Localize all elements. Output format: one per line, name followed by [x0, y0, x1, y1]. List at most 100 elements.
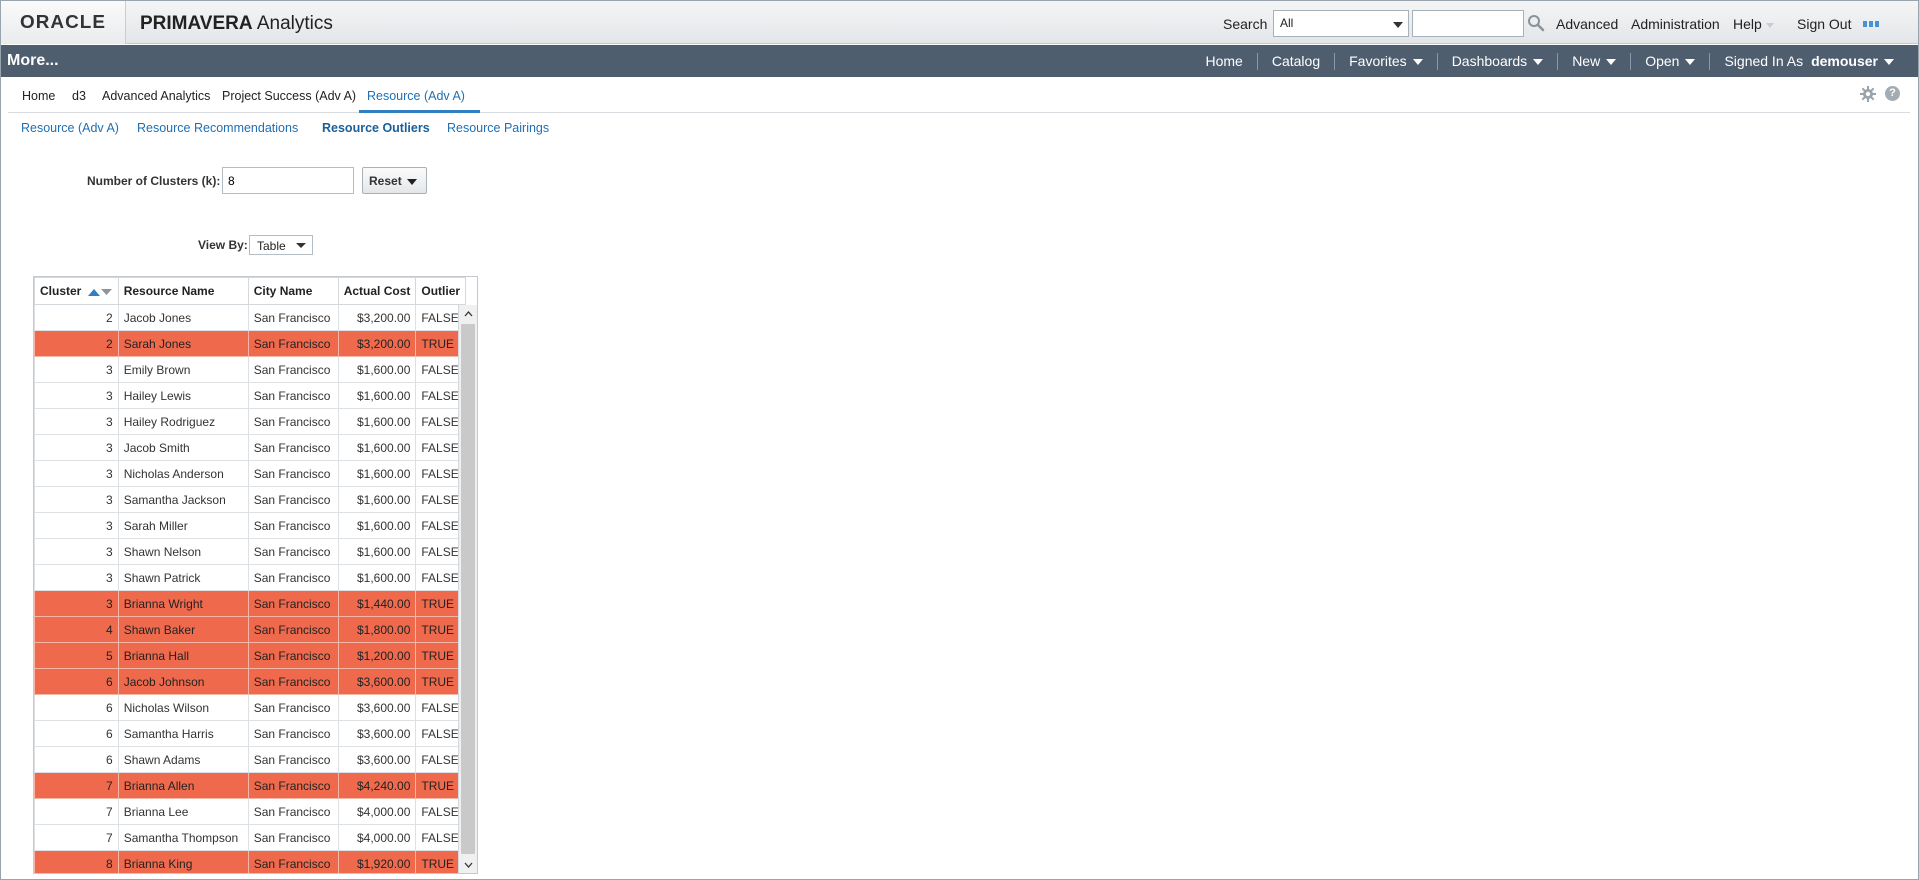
cell-cluster: 3: [34, 486, 119, 513]
cell-actual-cost: $3,600.00: [337, 720, 417, 747]
table-row: 3 Shawn Patrick San Francisco $1,600.00 FALS…: [34, 564, 467, 591]
tab-advanced-analytics[interactable]: Advanced Analytics: [102, 89, 210, 103]
cell-resource-name: Brianna King: [117, 850, 249, 873]
app-title-rest: Analytics: [256, 13, 333, 34]
cell-city-name: San Francisco: [247, 824, 339, 851]
column-header-city-name[interactable]: City Name: [247, 277, 339, 305]
search-input[interactable]: [1412, 10, 1524, 37]
cell-cluster: 3: [34, 434, 119, 461]
cell-cluster: 3: [34, 564, 119, 591]
oracle-logo[interactable]: ORACLE: [1, 1, 126, 44]
dashboard-tabs: Home d3 Advanced Analytics Project Succe…: [8, 78, 1910, 113]
cell-resource-name: Brianna Lee: [117, 798, 249, 825]
table-row: 3 Shawn Nelson San Francisco $1,600.00 FALSE: [34, 538, 467, 565]
cell-city-name: San Francisco: [247, 668, 339, 695]
cell-city-name: San Francisco: [247, 746, 339, 773]
nav-open[interactable]: Open: [1630, 52, 1709, 70]
more-menu[interactable]: More...: [7, 52, 59, 70]
cell-resource-name: Jacob Johnson: [117, 668, 249, 695]
column-header-outlier[interactable]: Outlier: [415, 277, 467, 305]
cell-cluster: 7: [34, 772, 119, 799]
cell-city-name: San Francisco: [247, 304, 339, 331]
cell-cluster: 3: [34, 590, 119, 617]
user-menu[interactable]: demouser: [1807, 53, 1908, 70]
page-link-resource-recommendations[interactable]: Resource Recommendations: [137, 121, 298, 135]
page-link-resource-pairings[interactable]: Resource Pairings: [447, 121, 549, 135]
table-row: 3 Jacob Smith San Francisco $1,600.00 FALSE: [34, 434, 467, 461]
page-link-resource-outliers[interactable]: Resource Outliers: [322, 121, 430, 135]
cell-resource-name: Hailey Lewis: [117, 382, 249, 409]
nav-favorites-label: Favorites: [1349, 52, 1407, 69]
cell-cluster: 8: [34, 850, 119, 873]
cell-actual-cost: $1,600.00: [337, 460, 417, 487]
nav-catalog[interactable]: Catalog: [1256, 52, 1334, 70]
cell-actual-cost: $1,600.00: [337, 382, 417, 409]
cell-cluster: 2: [34, 304, 119, 331]
cell-resource-name: Jacob Jones: [117, 304, 249, 331]
table-body: 2 Jacob Jones San Francisco $3,200.00 FALSE 2…: [34, 304, 467, 873]
chevron-down-icon: [296, 243, 306, 248]
column-header-actual-cost[interactable]: Actual Cost: [337, 277, 417, 305]
cell-actual-cost: $3,600.00: [337, 746, 417, 773]
view-by-label: View By:: [198, 238, 248, 252]
tab-d3[interactable]: d3: [72, 89, 86, 103]
table-row: 6 Nicholas Wilson San Francisco $3,600.00 FA…: [34, 694, 467, 721]
advanced-link[interactable]: Advanced: [1556, 16, 1618, 32]
cell-cluster: 6: [34, 746, 119, 773]
table-row: 6 Shawn Adams San Francisco $3,600.00 FALSE: [34, 746, 467, 773]
user-name: demouser: [1811, 52, 1878, 69]
table-row: 7 Brianna Lee San Francisco $4,000.00 FALSE: [34, 798, 467, 825]
tab-home[interactable]: Home: [22, 89, 55, 103]
nav-home[interactable]: Home: [1191, 53, 1256, 70]
help-menu[interactable]: Help: [1733, 16, 1774, 32]
outliers-table-view: Cluster Resource Name City Name Actual C…: [33, 276, 478, 874]
search-icon[interactable]: [1527, 14, 1545, 32]
clusters-input[interactable]: [222, 167, 354, 194]
nav-favorites[interactable]: Favorites: [1334, 52, 1437, 70]
nav-dashboards[interactable]: Dashboards: [1436, 52, 1558, 70]
active-tab-indicator: [359, 110, 480, 113]
view-by-select[interactable]: Table: [249, 235, 313, 255]
cell-actual-cost: $4,000.00: [337, 798, 417, 825]
cell-resource-name: Shawn Nelson: [117, 538, 249, 565]
cell-resource-name: Nicholas Wilson: [117, 694, 249, 721]
cell-city-name: San Francisco: [247, 798, 339, 825]
search-scope-select[interactable]: All: [1273, 10, 1409, 37]
sort-asc-desc-icon[interactable]: [87, 287, 113, 297]
cell-cluster: 2: [34, 330, 119, 357]
sign-out-link[interactable]: Sign Out: [1797, 16, 1851, 32]
page-link-resource-adv-a[interactable]: Resource (Adv A): [21, 121, 119, 135]
column-header-cluster[interactable]: Cluster: [34, 277, 119, 305]
cell-actual-cost: $1,800.00: [337, 616, 417, 643]
cell-city-name: San Francisco: [247, 460, 339, 487]
table-row: 4 Shawn Baker San Francisco $1,800.00 TRUE: [34, 616, 467, 643]
scroll-thumb[interactable]: [461, 324, 475, 854]
scroll-down-icon[interactable]: [459, 856, 477, 873]
cell-resource-name: Emily Brown: [117, 356, 249, 383]
tab-resource-adv-a[interactable]: Resource (Adv A): [367, 89, 465, 103]
cell-actual-cost: $4,240.00: [337, 772, 417, 799]
cell-city-name: San Francisco: [247, 642, 339, 669]
reset-button[interactable]: Reset: [362, 167, 427, 194]
activity-indicator-icon: [1863, 21, 1879, 27]
cell-city-name: San Francisco: [247, 330, 339, 357]
cell-city-name: San Francisco: [247, 720, 339, 747]
cell-actual-cost: $1,600.00: [337, 408, 417, 435]
tab-project-success[interactable]: Project Success (Adv A): [222, 89, 356, 103]
cell-resource-name: Jacob Smith: [117, 434, 249, 461]
table-header-row: Cluster Resource Name City Name Actual C…: [34, 277, 467, 305]
column-header-resource-name[interactable]: Resource Name: [117, 277, 249, 305]
table-scrollbar[interactable]: [458, 305, 477, 873]
help-icon[interactable]: ?: [1885, 86, 1900, 101]
cell-city-name: San Francisco: [247, 564, 339, 591]
scroll-up-icon[interactable]: [459, 305, 477, 322]
gear-icon[interactable]: [1860, 86, 1876, 102]
table-row: 5 Brianna Hall San Francisco $1,200.00 TRUE: [34, 642, 467, 669]
signed-in-label: Signed In As: [1709, 52, 1807, 70]
table-row: 2 Jacob Jones San Francisco $3,200.00 FALSE: [34, 304, 467, 331]
administration-link[interactable]: Administration: [1631, 16, 1720, 32]
cell-actual-cost: $4,000.00: [337, 824, 417, 851]
table-row: 2 Sarah Jones San Francisco $3,200.00 TRUE: [34, 330, 467, 357]
nav-new[interactable]: New: [1557, 52, 1630, 70]
chevron-down-icon: [1606, 58, 1617, 65]
